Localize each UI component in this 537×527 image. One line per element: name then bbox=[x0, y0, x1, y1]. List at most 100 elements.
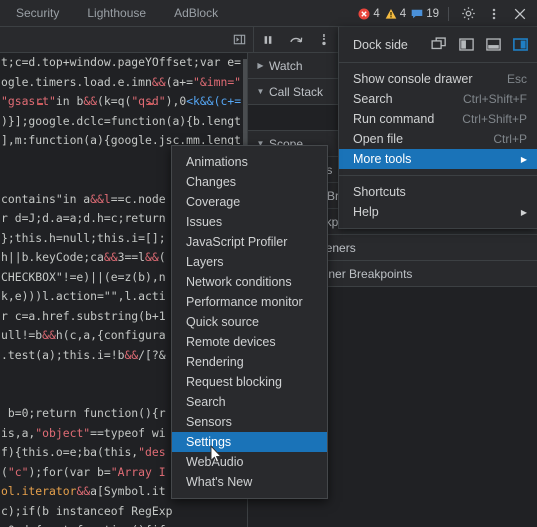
menu-item-label: Show console drawer bbox=[353, 72, 473, 86]
chevron-down-icon: ▼ bbox=[256, 87, 265, 96]
pause-icon[interactable] bbox=[254, 27, 282, 53]
kebab-menu-icon[interactable] bbox=[481, 1, 507, 27]
menu-section: Shortcuts Help ▶ bbox=[339, 175, 537, 228]
menu-item-search[interactable]: Search Ctrl+Shift+F bbox=[339, 89, 537, 109]
code-line: ogle.timers.load.e.imn&&(a+="&imn=" bbox=[1, 74, 242, 89]
step-over-icon[interactable] bbox=[282, 27, 310, 53]
menu-item-label: Open file bbox=[353, 132, 404, 146]
dock-bottom-icon[interactable] bbox=[482, 34, 504, 56]
dock-side-row: Dock side bbox=[339, 27, 537, 63]
dock-right-icon[interactable] bbox=[509, 34, 531, 56]
submenu-item-what-s-new[interactable]: What's New bbox=[172, 472, 327, 492]
submenu-item-label: Request blocking bbox=[186, 375, 282, 389]
submenu-item-performance-monitor[interactable]: Performance monitor bbox=[172, 292, 327, 312]
execution-controls bbox=[254, 27, 338, 52]
submenu-item-rendering[interactable]: Rendering bbox=[172, 352, 327, 372]
submenu-item-layers[interactable]: Layers bbox=[172, 252, 327, 272]
submenu-item-changes[interactable]: Changes bbox=[172, 172, 327, 192]
sidebar-section-label: Call Stack bbox=[269, 84, 324, 99]
tab-adblock[interactable]: AdBlock bbox=[160, 0, 232, 27]
submenu-item-animations[interactable]: Animations bbox=[172, 152, 327, 172]
submenu-item-sensors[interactable]: Sensors bbox=[172, 412, 327, 432]
menu-item-shortcut: Ctrl+Shift+F bbox=[462, 92, 527, 106]
menu-item-label: Search bbox=[353, 92, 393, 106]
warning-triangle-icon bbox=[385, 8, 397, 20]
warning-count[interactable]: 4 bbox=[385, 8, 406, 20]
submenu-item-quick-source[interactable]: Quick source bbox=[172, 312, 327, 332]
status-cluster: 4 4 19 bbox=[358, 0, 537, 27]
menu-item-show-console-drawer[interactable]: Show console drawer Esc bbox=[339, 69, 537, 89]
chevron-right-icon: ▶ bbox=[257, 61, 264, 70]
menu-item-label: Help bbox=[353, 205, 379, 219]
menu-item-shortcut: Esc bbox=[506, 72, 527, 86]
menu-item-label: Shortcuts bbox=[353, 185, 406, 199]
menu-item-shortcut: Ctrl+P bbox=[493, 132, 527, 146]
warning-count-label: 4 bbox=[399, 7, 407, 20]
devtools-window: Security Lighthouse AdBlock 4 4 19 t;c=d… bbox=[0, 0, 537, 527]
tab-list: Security Lighthouse AdBlock bbox=[0, 0, 232, 26]
tab-security[interactable]: Security bbox=[0, 0, 73, 27]
submenu-item-label: Quick source bbox=[186, 315, 259, 329]
error-circle-icon bbox=[358, 8, 370, 20]
menu-item-more-tools[interactable]: More tools ▶ bbox=[339, 149, 537, 169]
devtools-main-menu: Dock side Show console drawer Esc Search… bbox=[338, 27, 537, 229]
toolbar-divider bbox=[448, 6, 449, 21]
menu-groups: Show console drawer Esc Search Ctrl+Shift+F… bbox=[339, 63, 537, 228]
submenu-item-label: Layers bbox=[186, 255, 224, 269]
submenu-item-label: Sensors bbox=[186, 415, 232, 429]
dock-left-icon[interactable] bbox=[455, 34, 477, 56]
submenu-item-search[interactable]: Search bbox=[172, 392, 327, 412]
submenu-item-label: JavaScript Profiler bbox=[186, 235, 288, 249]
submenu-item-remote-devices[interactable]: Remote devices bbox=[172, 332, 327, 352]
submenu-item-settings[interactable]: Settings bbox=[172, 432, 327, 452]
submenu-item-request-blocking[interactable]: Request blocking bbox=[172, 372, 327, 392]
gear-icon[interactable] bbox=[455, 1, 481, 27]
submenu-arrow-icon: ▶ bbox=[520, 154, 527, 164]
error-count[interactable]: 4 bbox=[358, 7, 380, 20]
code-line: )}];google.dclc=function(a){b.lengt bbox=[1, 113, 242, 128]
sidebar-section-label: Watch bbox=[269, 58, 303, 73]
submenu-item-label: Animations bbox=[186, 155, 248, 169]
code-line: c);if(b instanceof RegExp bbox=[1, 503, 173, 518]
message-bubble-icon bbox=[411, 8, 423, 20]
submenu-item-label: Performance monitor bbox=[186, 295, 303, 309]
menu-item-open-file[interactable]: Open file Ctrl+P bbox=[339, 129, 537, 149]
submenu-item-label: Issues bbox=[186, 215, 223, 229]
message-count-label: 19 bbox=[426, 7, 439, 20]
submenu-item-label: Rendering bbox=[186, 355, 244, 369]
submenu-item-webaudio[interactable]: WebAudio bbox=[172, 452, 327, 472]
step-into-icon[interactable] bbox=[310, 27, 338, 53]
submenu-item-label: Search bbox=[186, 395, 226, 409]
error-count-label: 4 bbox=[373, 7, 380, 20]
dock-side-label: Dock side bbox=[353, 37, 408, 52]
submenu-item-label: Coverage bbox=[186, 195, 241, 209]
pretty-print-icon[interactable] bbox=[225, 27, 253, 53]
menu-item-label: More tools bbox=[353, 152, 412, 166]
menu-section: Show console drawer Esc Search Ctrl+Shift+F… bbox=[339, 63, 537, 175]
submenu-item-coverage[interactable]: Coverage bbox=[172, 192, 327, 212]
submenu-item-label: Remote devices bbox=[186, 335, 276, 349]
code-line: =0,d={next:function(){if bbox=[1, 521, 247, 527]
submenu-item-issues[interactable]: Issues bbox=[172, 212, 327, 232]
menu-item-help[interactable]: Help ▶ bbox=[339, 202, 537, 222]
submenu-item-label: What's New bbox=[186, 475, 253, 489]
submenu-item-list: Animations Changes Coverage Issues JavaScrip… bbox=[172, 152, 327, 492]
tab-lighthouse[interactable]: Lighthouse bbox=[73, 0, 160, 27]
submenu-item-network-conditions[interactable]: Network conditions bbox=[172, 272, 327, 292]
menu-item-run-command[interactable]: Run command Ctrl+Shift+P bbox=[339, 109, 537, 129]
menu-item-label: Run command bbox=[353, 112, 435, 126]
more-tools-submenu: Animations Changes Coverage Issues JavaScrip… bbox=[171, 145, 328, 499]
menu-item-shortcut: Ctrl+Shift+P bbox=[462, 112, 527, 126]
dock-side-options bbox=[428, 34, 531, 56]
submenu-arrow-icon: ▶ bbox=[520, 207, 527, 217]
code-line: t;c=d.top+window.pageYOffset;var e= bbox=[1, 55, 242, 69]
submenu-item-javascript-profiler[interactable]: JavaScript Profiler bbox=[172, 232, 327, 252]
submenu-item-label: Settings bbox=[186, 435, 232, 449]
undock-icon[interactable] bbox=[428, 34, 450, 56]
code-line: "gsasrt"in b&&(k=q("qsd"),0<k&&(c+= bbox=[1, 94, 242, 108]
error-marker bbox=[148, 103, 153, 105]
submenu-item-label: WebAudio bbox=[186, 455, 244, 469]
menu-item-shortcuts[interactable]: Shortcuts bbox=[339, 182, 537, 202]
message-count[interactable]: 19 bbox=[411, 8, 439, 20]
close-icon[interactable] bbox=[507, 1, 533, 27]
